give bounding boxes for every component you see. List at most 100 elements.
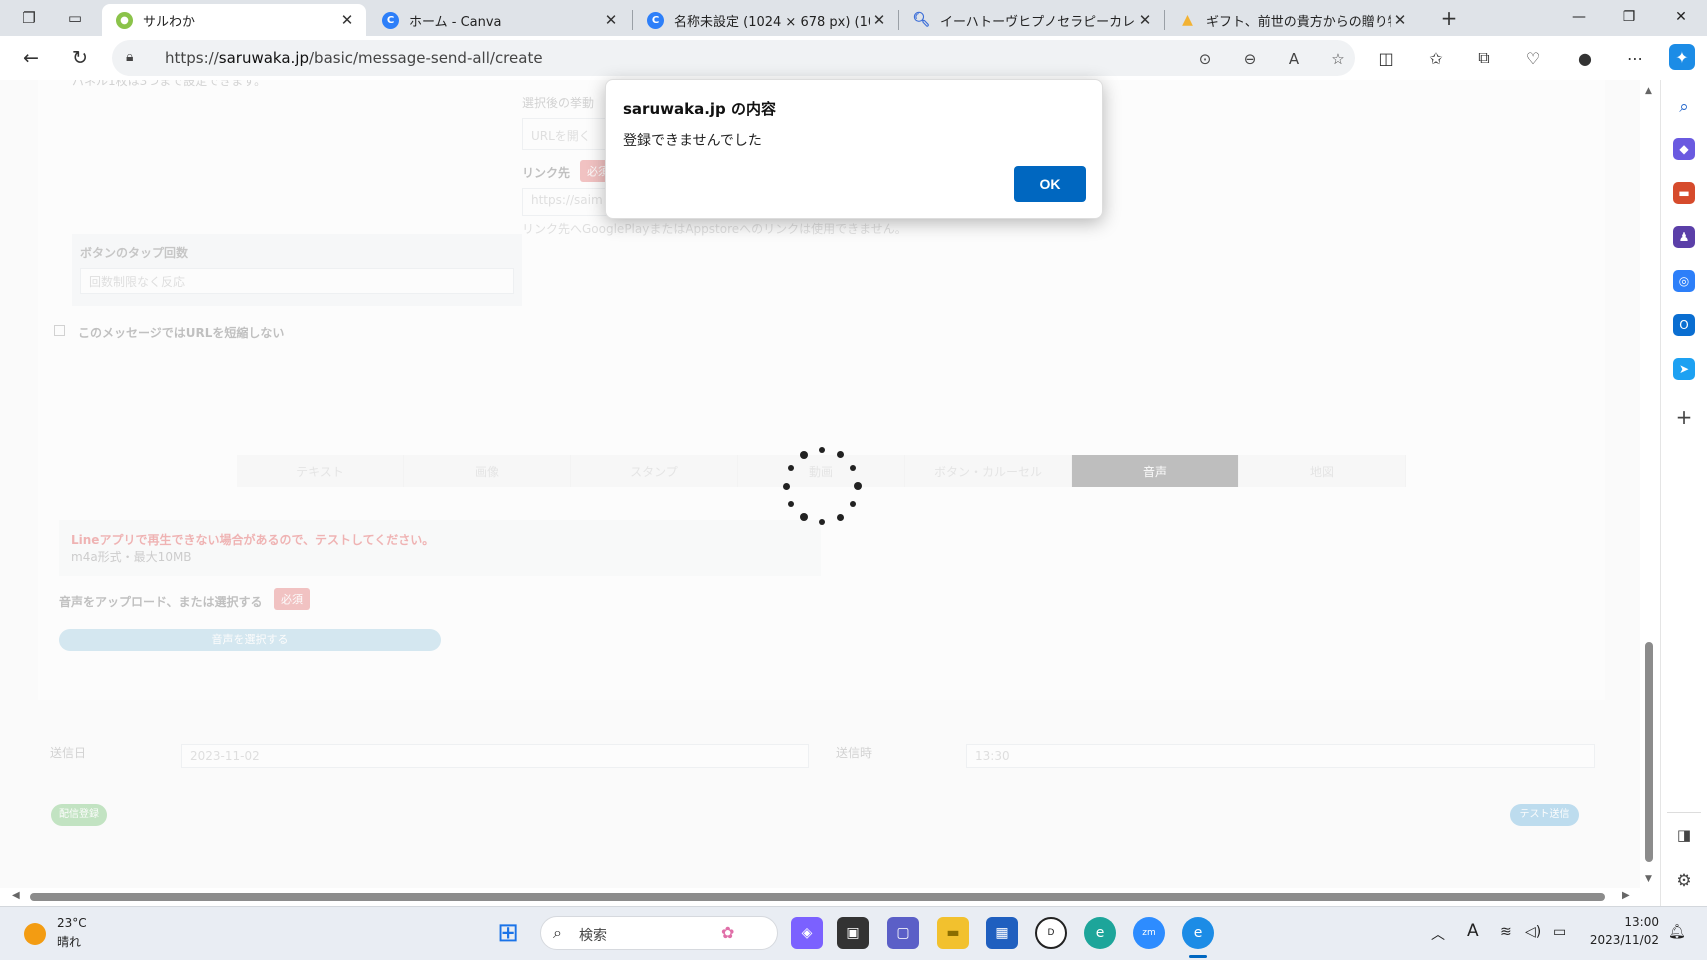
horizontal-scroll-thumb[interactable]: [30, 893, 1605, 901]
tab-gift[interactable]: ▲ ギフト、前世の貴方からの贈り物 ✕: [1165, 4, 1419, 36]
spinner-dot: [819, 447, 825, 453]
minimize-icon[interactable]: —: [1556, 0, 1602, 34]
refresh-icon[interactable]: ↻: [66, 44, 94, 72]
favorite-star-icon[interactable]: ☆: [1326, 47, 1350, 71]
send-date-input[interactable]: 2023-11-02: [181, 744, 809, 768]
teams-icon[interactable]: ▢: [887, 917, 919, 949]
sidebar-shopping-icon[interactable]: ◆: [1673, 138, 1695, 160]
profile-icon[interactable]: ●: [1571, 44, 1599, 72]
tap-count-input[interactable]: 回数制限なく反応: [80, 268, 514, 294]
sidebar-tools-icon[interactable]: ▬: [1673, 182, 1695, 204]
link-label: リンク先: [522, 166, 571, 180]
url-text[interactable]: https://saruwaka.jp/basic/message-send-a…: [165, 49, 543, 67]
task-view-icon[interactable]: ▣: [837, 917, 869, 949]
store-icon[interactable]: ▦: [986, 917, 1018, 949]
browser-toolbar: ← ↻ 🔒︎ https://saruwaka.jp/basic/message…: [0, 36, 1707, 80]
audio-select-button[interactable]: 音声を選択する: [59, 629, 441, 651]
new-tab-icon[interactable]: +: [1437, 6, 1461, 30]
sidebar-send-icon[interactable]: ➤: [1673, 358, 1695, 380]
weather-temp[interactable]: 23°C: [57, 916, 87, 930]
zoom-out-icon[interactable]: ⊖: [1238, 47, 1262, 71]
tab-stamp[interactable]: スタンプ: [571, 455, 738, 487]
audio-format: m4a形式・最大10MB: [71, 550, 192, 564]
ok-button[interactable]: OK: [1014, 166, 1086, 202]
sidebar-games-icon[interactable]: ♟: [1673, 226, 1695, 248]
address-bar[interactable]: 🔒︎ https://saruwaka.jp/basic/message-sen…: [112, 40, 1355, 76]
tab-actions-icon[interactable]: ▭: [63, 6, 87, 30]
alert-dialog: saruwaka.jp の内容 登録できませんでした OK: [605, 79, 1103, 219]
search-placeholder: 検索: [579, 928, 607, 944]
copilot-taskbar-icon[interactable]: ◈: [791, 917, 823, 949]
close-icon[interactable]: ✕: [1136, 11, 1154, 29]
vertical-scrollbar[interactable]: ▲ ▼: [1640, 80, 1660, 888]
weather-sun-icon[interactable]: [24, 923, 46, 945]
tab-audio[interactable]: 音声: [1072, 455, 1239, 487]
tab-canva[interactable]: C ホーム - Canva ✕: [368, 4, 630, 36]
vertical-scroll-thumb[interactable]: [1645, 642, 1653, 862]
browser-essentials-icon[interactable]: ♡: [1519, 44, 1547, 72]
wifi-icon[interactable]: ≋: [1500, 924, 1512, 940]
tab-text[interactable]: テキスト: [237, 455, 404, 487]
scroll-left-icon[interactable]: ◀: [12, 890, 20, 901]
copilot-icon[interactable]: ✦: [1669, 44, 1695, 70]
favorites-icon[interactable]: ✩: [1422, 44, 1450, 72]
scroll-up-icon[interactable]: ▲: [1645, 86, 1652, 96]
register-button[interactable]: 配信登録: [51, 804, 107, 826]
tab-canva-design[interactable]: C 名称未設定 (1024 × 678 px) (102 ✕: [633, 4, 898, 36]
audio-notice-box: Lineアプリで再生できない場合があるので、テストしてください。 m4a形式・最…: [59, 520, 821, 576]
test-send-button[interactable]: テスト送信: [1510, 804, 1579, 826]
edge-active-icon[interactable]: e: [1182, 917, 1214, 949]
link-note: リンク先へGooglePlayまたはAppstoreへのリンクは使用できません。: [522, 222, 907, 236]
edge-icon[interactable]: e: [1084, 917, 1116, 949]
split-screen-icon[interactable]: ◫: [1372, 44, 1400, 72]
close-icon[interactable]: ✕: [338, 11, 356, 29]
horizontal-scrollbar[interactable]: ◀ ▶: [0, 888, 1660, 906]
tab-saruwaka[interactable]: ● サルわか ✕: [102, 4, 366, 36]
tab-image[interactable]: 画像: [404, 455, 571, 487]
restore-icon[interactable]: ❐: [1606, 0, 1652, 34]
clock-time[interactable]: 13:00: [1594, 915, 1659, 929]
tab-map[interactable]: 地図: [1239, 455, 1406, 487]
zoom-icon[interactable]: zm: [1133, 917, 1165, 949]
sidebar-search-icon[interactable]: ⌕: [1673, 96, 1695, 118]
sidebar-office-icon[interactable]: ◎: [1673, 270, 1695, 292]
scroll-right-icon[interactable]: ▶: [1622, 890, 1630, 901]
location-icon[interactable]: ⊙: [1193, 47, 1217, 71]
spinner-dot: [854, 482, 862, 490]
read-aloud-icon[interactable]: A: [1282, 47, 1306, 71]
back-icon[interactable]: ←: [17, 44, 45, 72]
no-shorten-checkbox[interactable]: [54, 325, 65, 336]
notification-icon[interactable]: 🔔︎: [1668, 924, 1686, 940]
dialog-message: 登録できませんでした: [623, 133, 762, 149]
spinner-dot: [782, 482, 790, 490]
spinner-dot: [800, 513, 808, 522]
send-time-input[interactable]: 13:30: [966, 744, 1595, 768]
tab-search[interactable]: 🔍︎ イーハトーヴヒプノセラピーカレッジ - 検索 ✕: [899, 4, 1164, 36]
dell-icon[interactable]: D: [1035, 917, 1067, 949]
close-icon[interactable]: ✕: [602, 11, 620, 29]
window-close-icon[interactable]: ✕: [1658, 0, 1704, 34]
scroll-down-icon[interactable]: ▼: [1645, 874, 1652, 884]
tray-chevron-icon[interactable]: ︿: [1431, 924, 1445, 944]
ime-icon[interactable]: A: [1467, 921, 1479, 941]
file-explorer-icon[interactable]: ▬: [937, 917, 969, 949]
taskbar-search[interactable]: ⌕ 検索 ✿: [540, 916, 778, 950]
spinner-dot: [850, 501, 857, 507]
volume-icon[interactable]: ◁): [1525, 924, 1541, 940]
windows-start-icon[interactable]: ⊞: [492, 917, 524, 949]
close-icon[interactable]: ✕: [870, 11, 888, 29]
more-menu-icon[interactable]: ⋯: [1621, 44, 1649, 72]
workspaces-icon[interactable]: ❐: [17, 6, 41, 30]
spinner-dot: [787, 501, 794, 507]
battery-icon[interactable]: ▭: [1553, 924, 1566, 940]
sidebar-outlook-icon[interactable]: O: [1673, 314, 1695, 336]
sidebar-settings-icon[interactable]: ⚙: [1673, 870, 1695, 892]
close-icon[interactable]: ✕: [1391, 11, 1409, 29]
sidebar-add-icon[interactable]: +: [1673, 405, 1695, 429]
tab-button-carousel[interactable]: ボタン・カルーセル: [905, 455, 1072, 487]
sidebar-toggle-icon[interactable]: ◨: [1673, 824, 1695, 846]
weather-desc[interactable]: 晴れ: [57, 933, 81, 950]
edge-sidebar: ⌕ ◆ ▬ ♟ ◎ O ➤ + ◨ ⚙: [1660, 80, 1707, 906]
collections-icon[interactable]: ⧉: [1470, 44, 1498, 72]
clock-date[interactable]: 2023/11/02: [1582, 933, 1659, 947]
